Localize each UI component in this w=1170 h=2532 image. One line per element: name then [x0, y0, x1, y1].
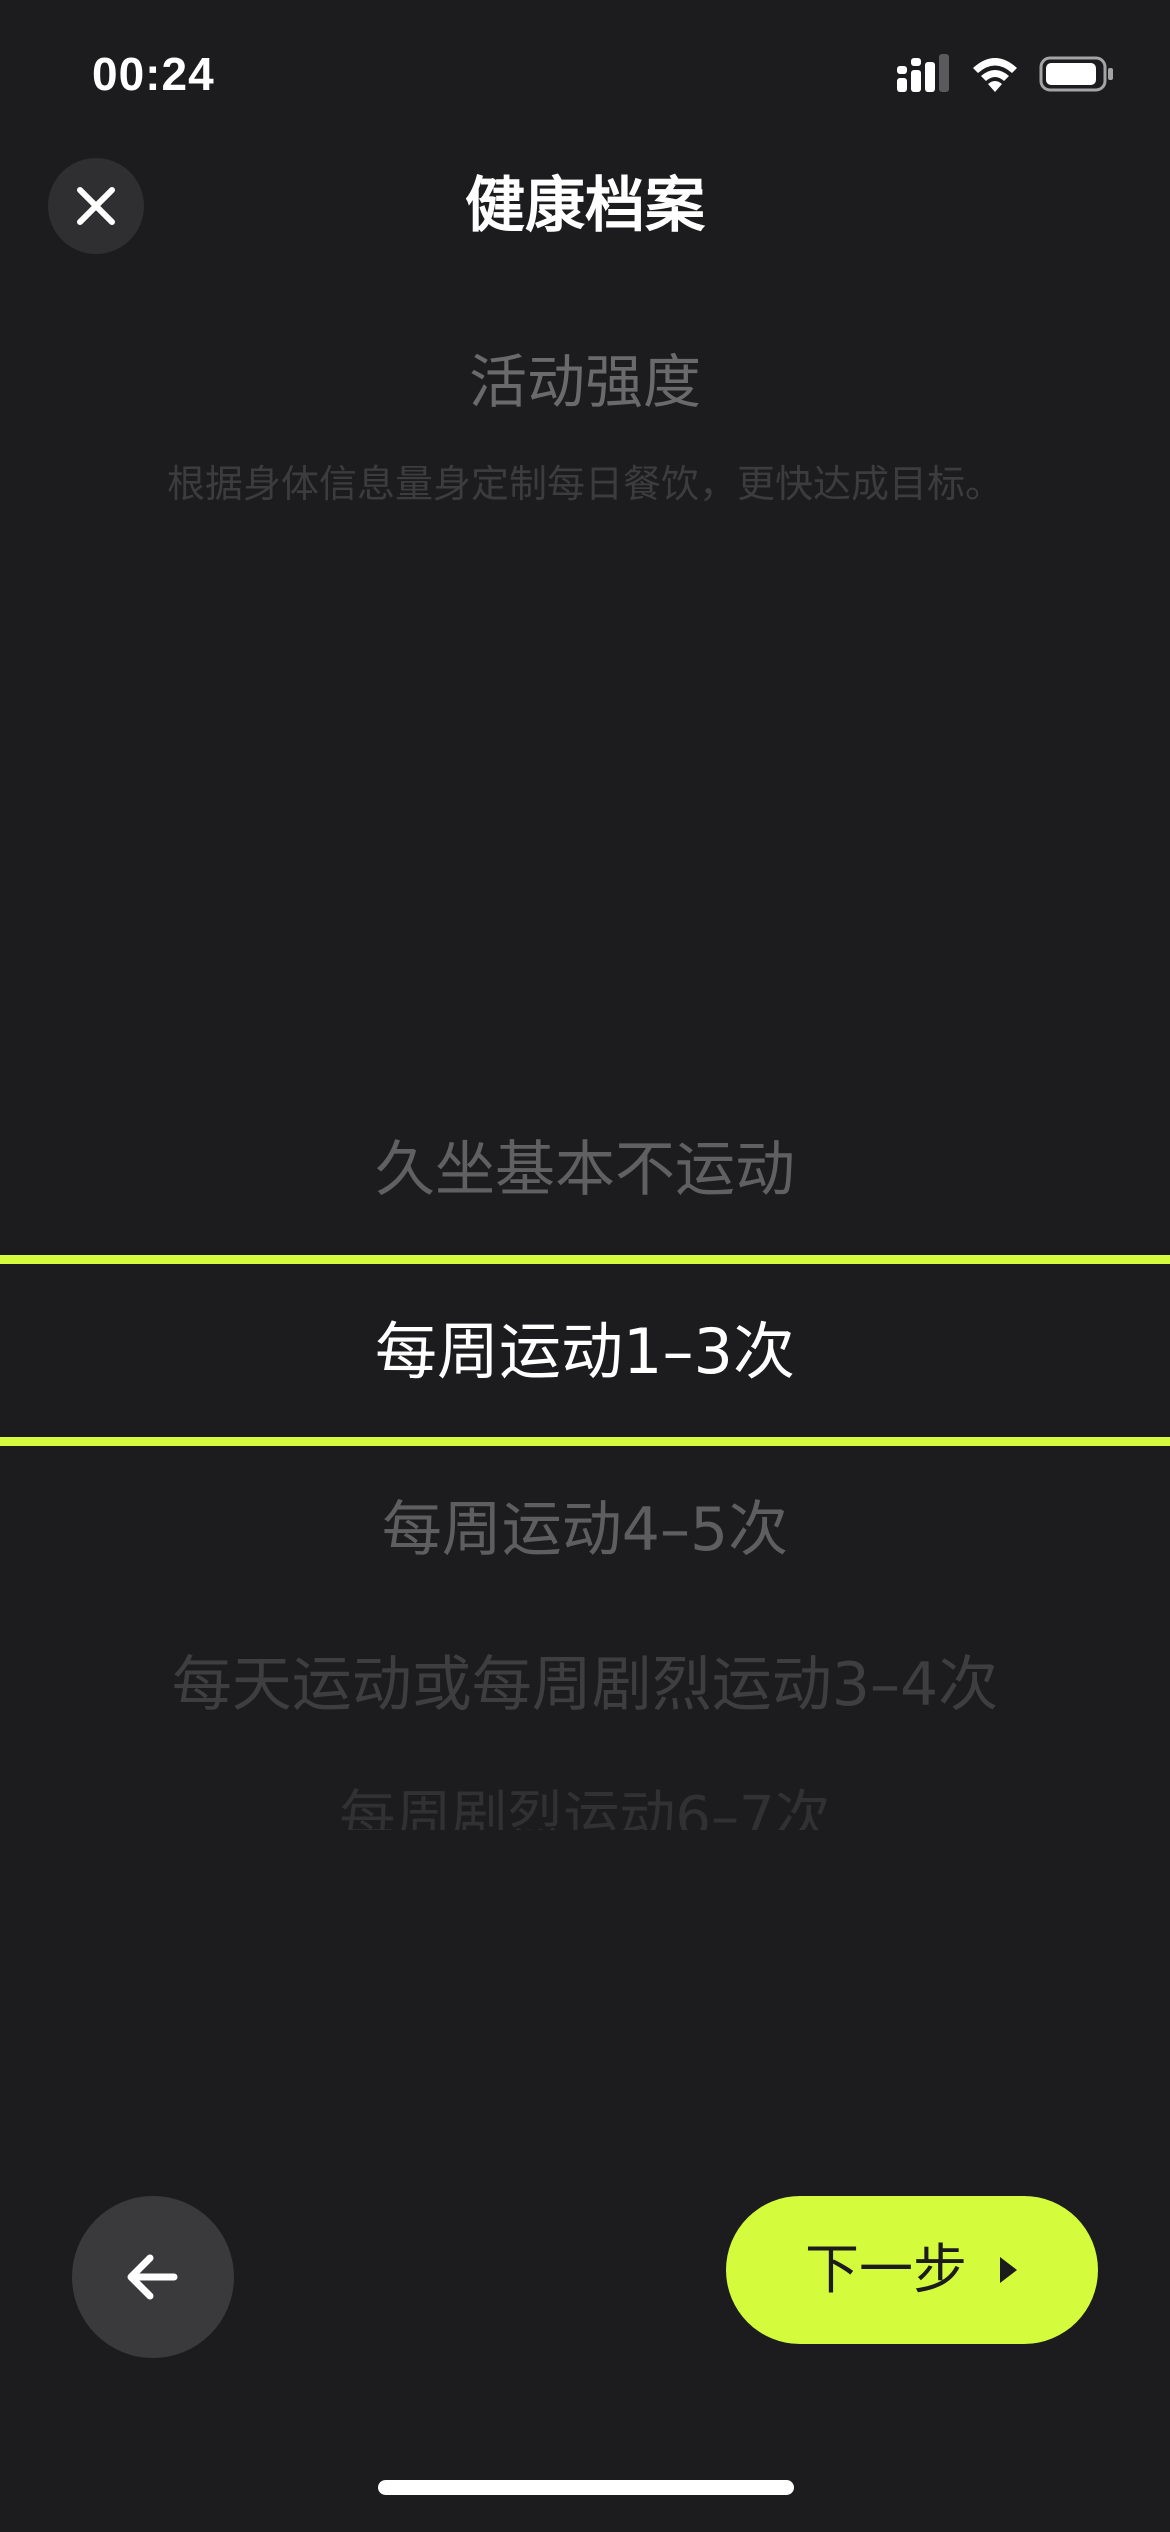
picker-option[interactable]: 每周剧烈运动6–7次: [0, 1780, 1170, 1830]
section-subtitle: 根据身体信息量身定制每日餐饮，更快达成目标。: [166, 462, 1003, 506]
picker-selection-line-top: [0, 1255, 1170, 1264]
picker-option[interactable]: 每天运动或每周剧烈运动3–4次: [0, 1645, 1170, 1725]
picker-option-selected[interactable]: 每周运动1–3次: [0, 1310, 1170, 1394]
section-title: 活动强度: [468, 348, 701, 416]
picker-option[interactable]: 每周运动4–5次: [0, 1490, 1170, 1570]
status-icons: [897, 52, 1115, 96]
cellular-signal-icon: [897, 54, 949, 92]
back-button[interactable]: [72, 2196, 234, 2358]
status-time: 00:24: [92, 48, 215, 100]
wifi-icon: [973, 58, 1017, 92]
battery-icon: [1039, 56, 1113, 92]
caret-right-icon: [1000, 2257, 1017, 2283]
page-title: 健康档案: [465, 171, 705, 241]
arrow-left-icon: [127, 2254, 178, 2300]
next-step-label: 下一步: [805, 2238, 967, 2301]
next-step-button[interactable]: 下一步: [726, 2196, 1098, 2344]
picker-selection-line-bottom: [0, 1437, 1170, 1446]
activity-level-picker[interactable]: 久坐基本不运动 每周运动1–3次 每周运动4–5次 每天运动或每周剧烈运动3–4…: [0, 1100, 1170, 1860]
picker-option[interactable]: 久坐基本不运动: [0, 1130, 1170, 1210]
home-indicator[interactable]: [378, 2480, 794, 2495]
